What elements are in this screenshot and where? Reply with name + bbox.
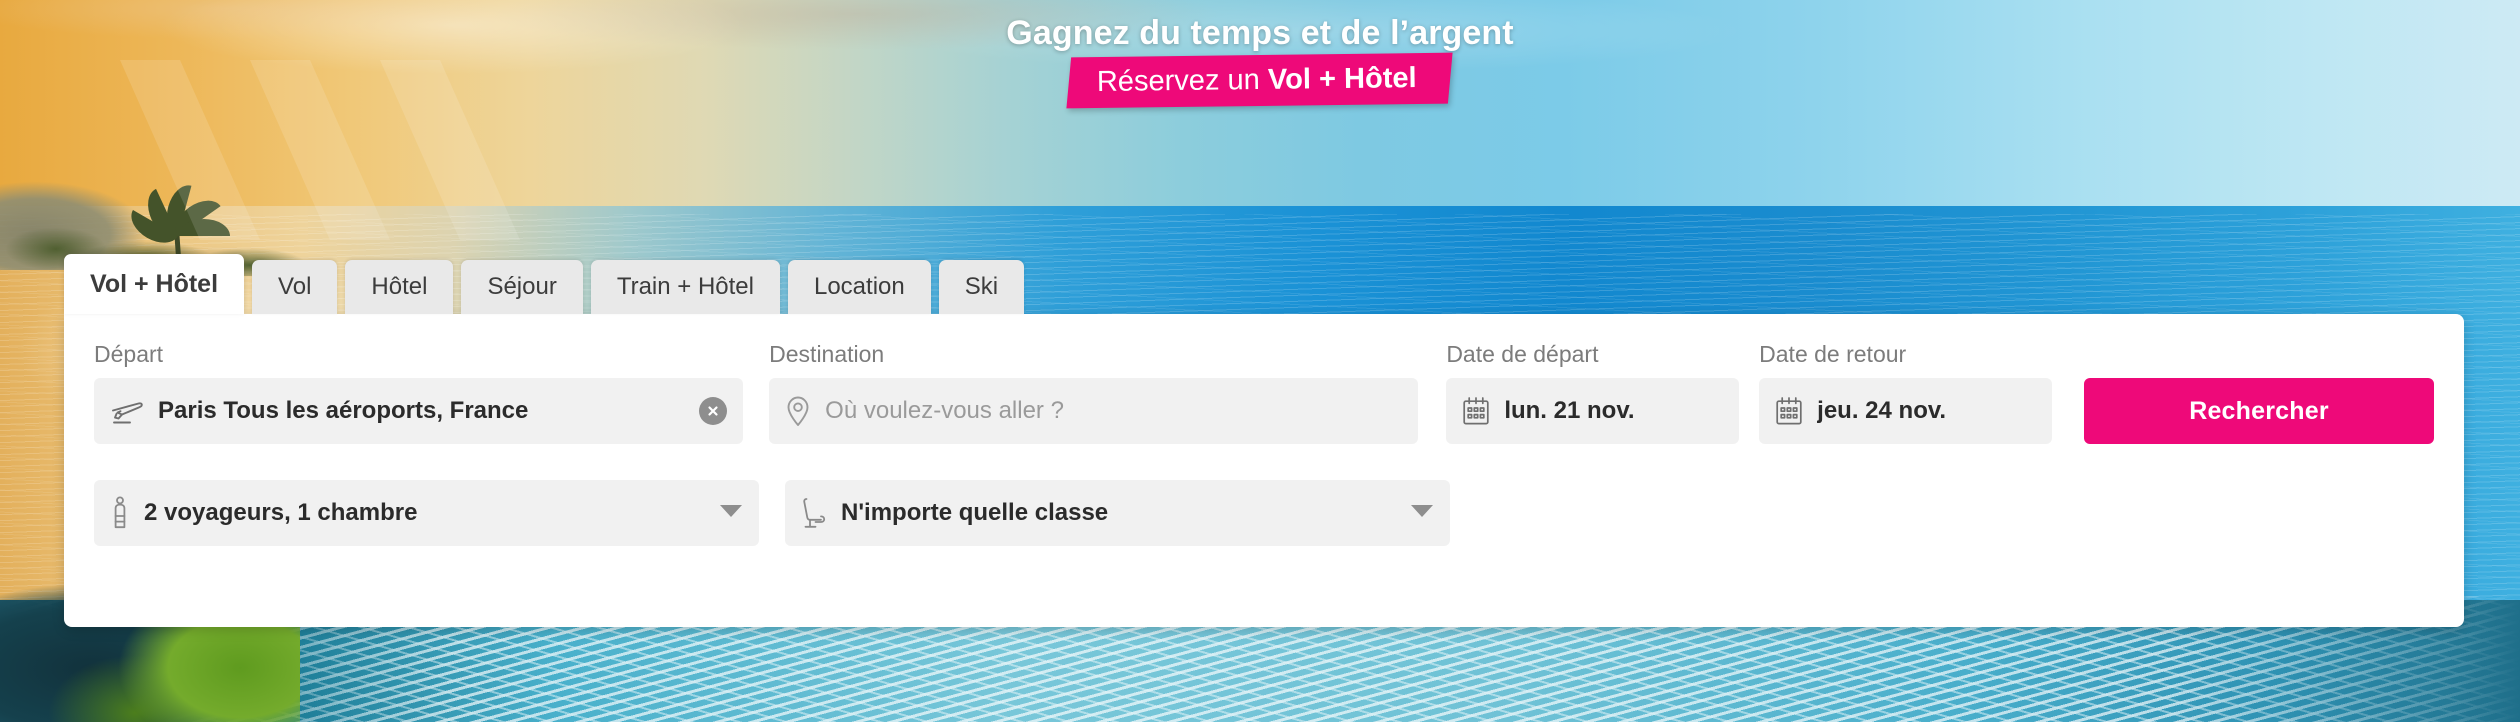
ribbon-strong-text: Vol + Hôtel	[1268, 62, 1418, 96]
return-date-group: Date de retour jeu. 24 nov.	[1759, 340, 2052, 444]
tab-label: Ski	[964, 273, 999, 300]
tab-train-hotel[interactable]: Train + Hôtel	[590, 260, 780, 314]
search-tabs: Vol + Hôtel Vol Hôtel Séjour Train + Hôt…	[64, 254, 1032, 314]
calendar-icon	[1775, 396, 1803, 426]
clear-circle-icon[interactable]	[699, 397, 728, 425]
search-panel: Départ Paris Tous les aéroports, France	[64, 314, 2464, 627]
departure-value: Paris Tous les aéroports, France	[158, 397, 529, 424]
travelers-field-group: 2 voyageurs, 1 chambre	[94, 480, 759, 546]
search-row-secondary: 2 voyageurs, 1 chambre N'importe quelle …	[94, 480, 2434, 546]
cabin-class-value: N'importe quelle classe	[841, 499, 1109, 526]
seat-icon	[801, 496, 827, 530]
tab-label: Vol	[278, 273, 312, 300]
destination-placeholder: Où voulez-vous aller ?	[825, 397, 1064, 424]
cabin-class-selector[interactable]: N'importe quelle classe	[785, 480, 1450, 546]
search-button-group: Rechercher	[2084, 340, 2434, 444]
destination-input[interactable]: Où voulez-vous aller ?	[769, 378, 1419, 444]
page-title: Gagnez du temps et de l’argent	[1006, 14, 1514, 52]
departure-date-input[interactable]: lun. 21 nov.	[1446, 378, 1740, 444]
cabin-class-field-group: N'importe quelle classe	[785, 480, 1450, 546]
departure-label: Départ	[94, 341, 164, 367]
search-row-primary: Départ Paris Tous les aéroports, France	[94, 340, 2434, 472]
tab-label: Train + Hôtel	[616, 273, 754, 300]
tab-vol-hotel[interactable]: Vol + Hôtel	[64, 254, 245, 314]
destination-field-group: Destination Où voulez-vous aller ?	[769, 340, 1419, 444]
departure-input[interactable]: Paris Tous les aéroports, France	[94, 378, 744, 444]
travelers-value: 2 voyageurs, 1 chambre	[144, 499, 418, 526]
departure-field-group: Départ Paris Tous les aéroports, France	[94, 340, 744, 444]
departure-date-label: Date de départ	[1446, 341, 1599, 367]
traveler-icon	[110, 496, 130, 530]
tab-vol[interactable]: Vol	[252, 260, 338, 314]
tab-label: Séjour	[487, 273, 557, 300]
tab-ski[interactable]: Ski	[938, 260, 1025, 314]
hero-banner: Gagnez du temps et de l’argent Réservez …	[0, 0, 2520, 722]
tab-sejour[interactable]: Séjour	[461, 260, 583, 314]
tab-label: Vol + Hôtel	[90, 269, 219, 298]
departure-date-group: Date de départ lun. 21 nov.	[1446, 340, 1740, 444]
plane-takeoff-icon	[110, 397, 144, 425]
return-date-value: jeu. 24 nov.	[1817, 397, 1947, 424]
return-date-input[interactable]: jeu. 24 nov.	[1759, 378, 2052, 444]
tab-label: Location	[813, 273, 905, 300]
departure-date-value: lun. 21 nov.	[1504, 397, 1635, 424]
destination-label: Destination	[769, 341, 885, 367]
map-pin-icon	[785, 395, 811, 427]
calendar-icon	[1462, 396, 1490, 426]
tab-hotel[interactable]: Hôtel	[345, 260, 454, 314]
search-button[interactable]: Rechercher	[2084, 378, 2434, 444]
chevron-down-icon[interactable]	[719, 504, 743, 523]
travelers-selector[interactable]: 2 voyageurs, 1 chambre	[94, 480, 759, 546]
tab-location[interactable]: Location	[787, 260, 931, 314]
ribbon-prefix-text: Réservez un	[1096, 63, 1269, 98]
tab-label: Hôtel	[371, 273, 428, 300]
promo-ribbon: Réservez un Vol + Hôtel	[0, 52, 2520, 109]
return-date-label: Date de retour	[1759, 341, 1907, 367]
chevron-down-icon[interactable]	[1410, 504, 1434, 523]
